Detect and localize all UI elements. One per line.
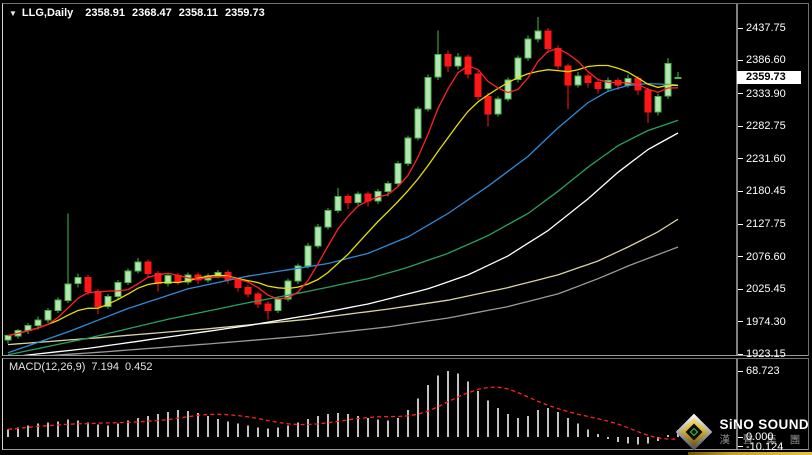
open-value: 2358.91 (85, 7, 126, 19)
chart-window: ▼ LLG,Daily 2358.91 2368.47 2358.11 2359… (0, 0, 812, 455)
price-panel: ▼ LLG,Daily 2358.91 2368.47 2358.11 2359… (2, 3, 809, 360)
sino-sound-diamond-icon (676, 413, 713, 451)
logo-subtitle: 漢 聲 集 團 (719, 434, 806, 446)
current-price-tag: 2359.73 (737, 70, 801, 84)
macd-signal-value: 0.452 (124, 361, 153, 373)
symbol-dropdown-icon[interactable]: ▼ (9, 9, 17, 18)
sino-sound-logo-text: SiNO SOUND 漢 聲 集 團 (719, 417, 809, 447)
price-chart[interactable] (3, 4, 808, 355)
low-value: 2358.11 (178, 7, 218, 19)
symbol-period-label: LLG,Daily (21, 7, 74, 19)
macd-label: MACD(12,26,9) (9, 361, 86, 373)
close-value: 2359.73 (224, 7, 265, 19)
logo-title: SiNO SOUND (719, 417, 809, 432)
high-value: 2368.47 (132, 7, 172, 19)
macd-main-value: 7.194 (91, 361, 119, 373)
chart-header: ▼ LLG,Daily 2358.91 2368.47 2358.11 2359… (9, 7, 272, 19)
macd-header: MACD(12,26,9) 7.194 0.452 (9, 361, 158, 373)
sino-sound-logo: SiNO SOUND 漢 聲 集 團 (676, 413, 809, 451)
